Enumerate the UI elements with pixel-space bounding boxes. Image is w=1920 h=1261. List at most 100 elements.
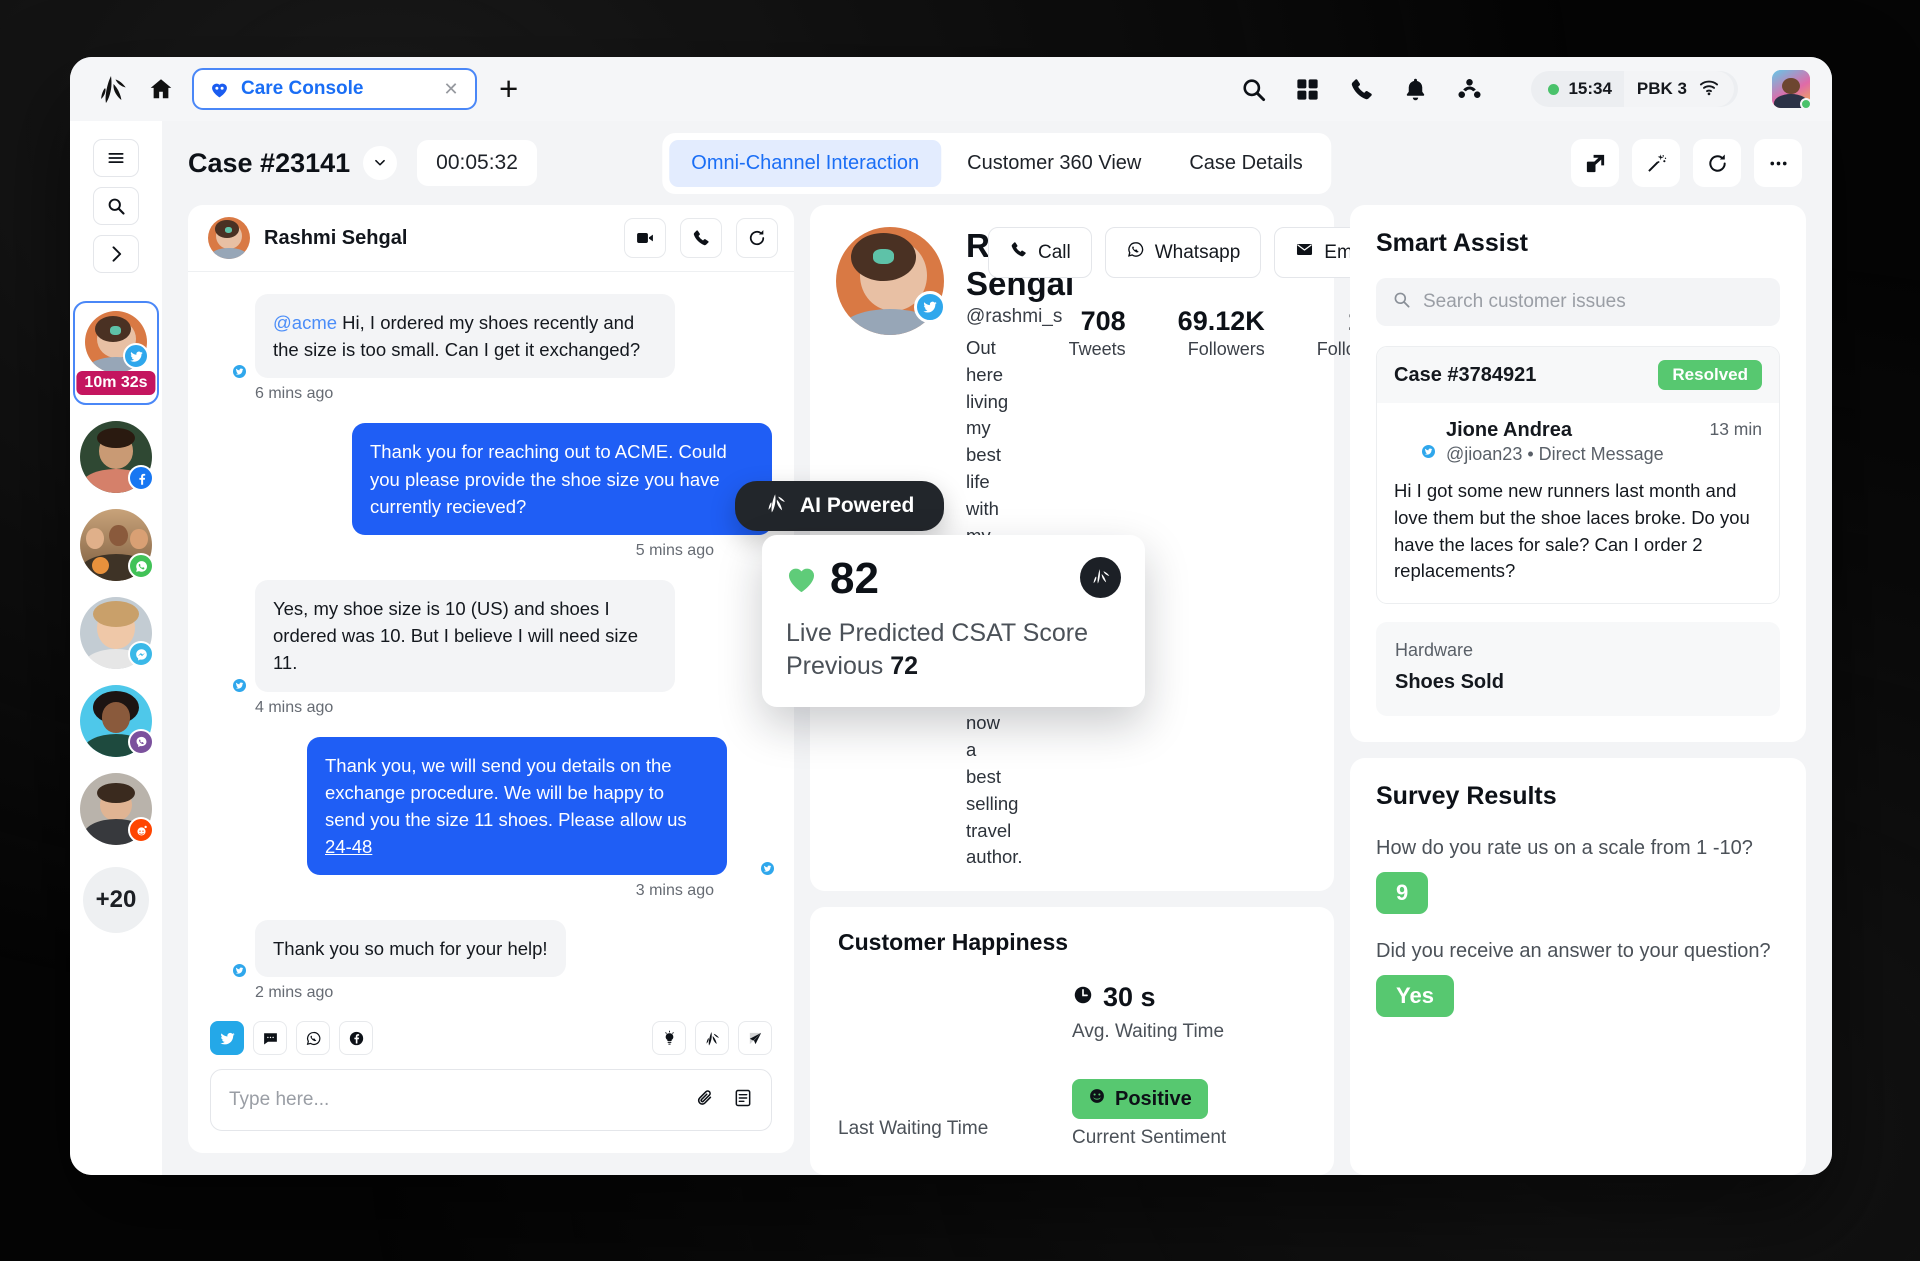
attachment-icon[interactable] xyxy=(677,1088,715,1113)
refresh-icon[interactable] xyxy=(736,218,778,258)
more-conversations-button[interactable]: +20 xyxy=(83,867,149,933)
chat-message-incoming: @acme Hi, I ordered my shoes recently an… xyxy=(210,294,772,381)
profile-action-buttons: Call Whatsapp Email xyxy=(988,227,1393,278)
chat-composer xyxy=(188,1021,794,1153)
people-icon[interactable] xyxy=(1456,76,1483,103)
status-online-dot xyxy=(1548,83,1560,95)
hardware-block: Hardware Shoes Sold xyxy=(1376,622,1780,717)
conversation-item[interactable] xyxy=(80,421,154,493)
phone-icon[interactable] xyxy=(1348,76,1375,103)
conversation-item[interactable] xyxy=(80,509,154,581)
chat-contact-name: Rashmi Sehgal xyxy=(264,226,408,249)
message-input-wrapper[interactable] xyxy=(210,1069,772,1131)
ai-powered-tag: AI Powered xyxy=(735,481,945,531)
menu-icon[interactable] xyxy=(93,139,139,177)
metric-current-sentiment: Positive Current Sentiment xyxy=(1072,1079,1306,1149)
avatar[interactable] xyxy=(1772,70,1812,110)
case-timestamp: 13 min xyxy=(1709,419,1762,439)
chat-message-outgoing: Thank you for reaching out to ACME. Coul… xyxy=(210,423,772,535)
template-icon[interactable] xyxy=(715,1088,753,1113)
message-timestamp: 6 mins ago xyxy=(255,385,334,403)
status-network-group: PBK 3 xyxy=(1623,71,1734,107)
case-author-name: Jione Andrea xyxy=(1446,419,1572,441)
metric-value-row: 30 s xyxy=(1072,982,1306,1013)
message-link[interactable]: 24-48 xyxy=(325,836,372,857)
status-badge: Positive xyxy=(1072,1079,1208,1120)
conversation-item[interactable] xyxy=(80,597,154,669)
message-input[interactable] xyxy=(229,1089,677,1111)
message-bubble: @acme Hi, I ordered my shoes recently an… xyxy=(255,294,675,379)
status-time-group: 15:34 xyxy=(1535,71,1624,107)
browser-chrome: Care Console ✕ + 15:34 PBK 3 xyxy=(70,57,1832,121)
close-icon[interactable]: ✕ xyxy=(442,80,460,98)
chat-panel: Rashmi Sehgal @acme Hi, I ordered my sho… xyxy=(188,205,794,1153)
conversation-item-active[interactable]: 10m 32s xyxy=(73,301,159,405)
case-author-text: Jione Andrea @jioan23 • Direct Message xyxy=(1446,419,1664,465)
customer-happiness-card: Customer Happiness 30 s Avg. Waiting Tim… xyxy=(810,907,1334,1175)
phone-icon[interactable] xyxy=(680,218,722,258)
search-input[interactable] xyxy=(1423,291,1764,313)
conversation-item[interactable] xyxy=(80,773,154,845)
send-macro-icon[interactable] xyxy=(738,1021,772,1055)
message-bubble: Thank you so much for your help! xyxy=(255,920,566,978)
case-id: Case #3784921 xyxy=(1394,363,1537,386)
sms-icon[interactable] xyxy=(253,1021,287,1055)
message-bubble: Thank you for reaching out to ACME. Coul… xyxy=(352,423,772,535)
home-icon[interactable] xyxy=(148,76,174,102)
csat-score-label: Live Predicted CSAT Score xyxy=(786,619,1088,647)
care-console-favicon-icon xyxy=(209,79,230,100)
video-camera-icon[interactable] xyxy=(624,218,666,258)
facebook-icon[interactable] xyxy=(339,1021,373,1055)
stat-tweets: 708 Tweets xyxy=(1069,306,1126,360)
status-pill[interactable]: 15:34 PBK 3 xyxy=(1531,71,1738,107)
conversation-item[interactable] xyxy=(80,685,154,757)
page-title: Case #23141 xyxy=(188,147,351,178)
whatsapp-icon[interactable] xyxy=(296,1021,330,1055)
apps-grid-icon[interactable] xyxy=(1294,76,1321,103)
tab-case-details[interactable]: Case Details xyxy=(1167,140,1324,187)
search-icon[interactable] xyxy=(1240,76,1267,103)
leaf-ai-icon xyxy=(765,493,788,519)
magic-wand-icon[interactable] xyxy=(1632,139,1680,187)
message-avatar xyxy=(210,658,248,694)
leaf-ai-icon[interactable] xyxy=(695,1021,729,1055)
tab-customer-360-view[interactable]: Customer 360 View xyxy=(945,140,1163,187)
bell-icon[interactable] xyxy=(1402,76,1429,103)
duplicate-icon[interactable] xyxy=(1571,139,1619,187)
browser-tab-title: Care Console xyxy=(241,78,364,99)
profile-stats: 708 Tweets 69.12K Followers 102 xyxy=(1069,306,1393,360)
smart-assist-case[interactable]: Case #3784921 Resolved Jione Andrea @jio… xyxy=(1376,346,1780,605)
clock-icon xyxy=(1072,982,1094,1013)
call-button[interactable]: Call xyxy=(988,227,1092,278)
desktop-background: Care Console ✕ + 15:34 PBK 3 10m 32s +20… xyxy=(0,0,1920,1261)
message-avatar xyxy=(210,943,248,980)
message-bubble: Yes, my shoe size is 10 (US) and shoes I… xyxy=(255,579,675,692)
browser-tab-care-console[interactable]: Care Console ✕ xyxy=(192,68,477,110)
twitter-icon xyxy=(231,676,248,694)
whatsapp-button[interactable]: Whatsapp xyxy=(1104,227,1262,278)
smiley-icon xyxy=(1088,1087,1106,1111)
survey-answer: 9 xyxy=(1376,872,1429,915)
case-topbar: Case #23141 00:05:32 Omni-Channel Intera… xyxy=(162,121,1832,205)
whatsapp-icon xyxy=(128,553,154,579)
sentiment-value: Positive xyxy=(1115,1087,1192,1110)
csat-previous-prefix: Previous xyxy=(786,651,891,680)
metric-avg-waiting-time: 30 s Avg. Waiting Time xyxy=(1072,982,1306,1043)
new-tab-button[interactable]: + xyxy=(499,72,518,105)
refresh-icon[interactable] xyxy=(1693,139,1741,187)
message-timestamp: 3 mins ago xyxy=(635,882,714,900)
twitter-icon[interactable] xyxy=(210,1021,244,1055)
smart-assist-search-wrapper[interactable] xyxy=(1376,278,1780,326)
view-tabs: Omni-Channel Interaction Customer 360 Vi… xyxy=(662,132,1332,194)
chevron-down-icon[interactable] xyxy=(363,146,398,180)
left-rail: 10m 32s +20 xyxy=(70,121,162,1175)
search-icon[interactable] xyxy=(93,187,139,225)
hardware-value: Shoes Sold xyxy=(1395,671,1504,694)
chevron-right-icon[interactable] xyxy=(93,235,139,273)
stat-value: 69.12K xyxy=(1177,306,1265,336)
more-options-icon[interactable] xyxy=(1754,139,1802,187)
lightbulb-icon[interactable] xyxy=(652,1021,686,1055)
tab-omni-channel-interaction[interactable]: Omni-Channel Interaction xyxy=(669,139,942,187)
chat-messages: @acme Hi, I ordered my shoes recently an… xyxy=(188,272,794,1021)
twitter-icon xyxy=(231,962,248,980)
